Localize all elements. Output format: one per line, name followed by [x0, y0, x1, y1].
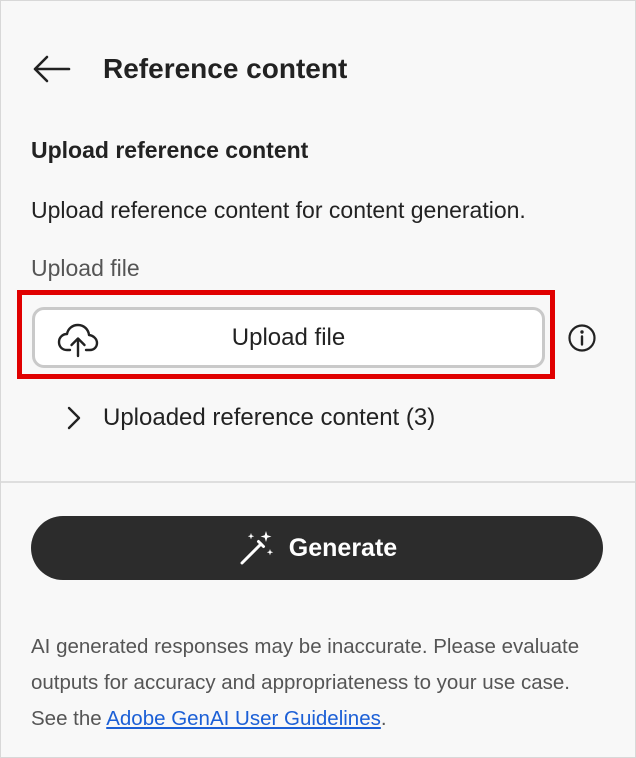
- reference-content-panel: Reference content Upload reference conte…: [0, 0, 636, 758]
- page-title: Reference content: [103, 53, 348, 84]
- section-title: Upload reference content: [31, 137, 309, 163]
- magic-wand-icon: [237, 528, 277, 568]
- disclaimer-end: .: [380, 707, 387, 730]
- generate-button-label: Generate: [288, 533, 398, 562]
- upload-file-button-label: Upload file: [231, 323, 346, 351]
- back-button[interactable]: [31, 45, 91, 93]
- divider: [1, 481, 635, 483]
- cloud-upload-icon: [57, 323, 99, 358]
- upload-file-button[interactable]: Upload file: [32, 307, 545, 368]
- info-icon[interactable]: [567, 323, 597, 353]
- genai-guidelines-link[interactable]: Adobe GenAI User Guidelines: [106, 707, 381, 730]
- section-description: Upload reference content for content gen…: [31, 197, 526, 223]
- uploaded-content-disclosure[interactable]: Uploaded reference content (3): [59, 397, 435, 439]
- panel-header: Reference content: [31, 45, 347, 93]
- arrow-left-icon: [33, 55, 71, 83]
- uploaded-content-label: Uploaded reference content (3): [103, 404, 436, 431]
- generate-button[interactable]: Generate: [31, 516, 603, 580]
- chevron-right-icon: [59, 403, 89, 433]
- upload-field-label: Upload file: [31, 255, 140, 281]
- ai-disclaimer: AI generated responses may be inaccurate…: [31, 629, 611, 737]
